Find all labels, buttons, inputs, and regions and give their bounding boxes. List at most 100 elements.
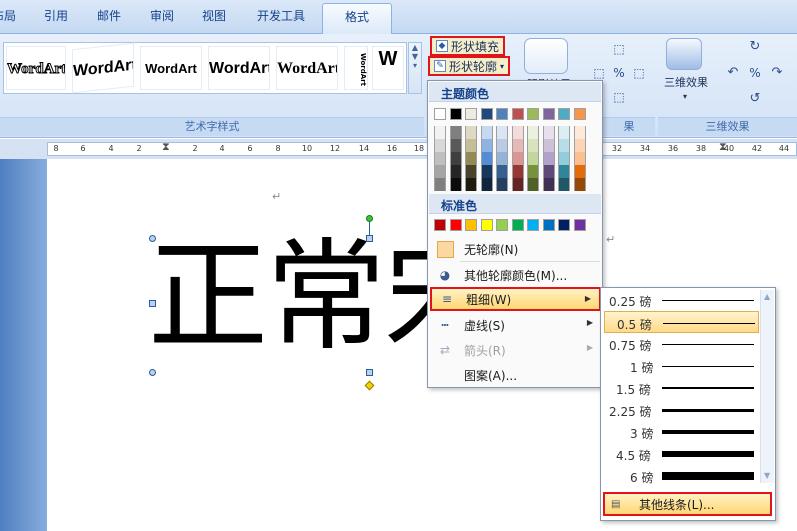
three-d-toggle-icon[interactable]: %: [748, 66, 762, 80]
weight-item[interactable]: ≡ 粗细(W) ▶: [430, 287, 601, 311]
theme-color-shade-swatch[interactable]: [465, 178, 477, 191]
theme-color-swatch[interactable]: [511, 108, 524, 120]
theme-color-swatch[interactable]: [542, 108, 555, 120]
wordart-style-3[interactable]: WordArt: [140, 46, 202, 90]
tilt-left-icon[interactable]: ↶: [726, 66, 740, 80]
tab-format[interactable]: 格式: [322, 3, 392, 34]
theme-color-shade-swatch[interactable]: [573, 139, 586, 152]
theme-color-shade-swatch[interactable]: [480, 139, 493, 152]
theme-color-shade-swatch[interactable]: [465, 165, 477, 178]
standard-color-swatch[interactable]: [434, 219, 446, 231]
tab-view[interactable]: 视图: [202, 7, 226, 24]
submenu-scrollbar[interactable]: ▲ ▼: [760, 290, 774, 483]
theme-color-shade-swatch[interactable]: [511, 139, 524, 152]
tilt-right-icon[interactable]: ↷: [770, 66, 784, 80]
theme-color-shade-swatch[interactable]: [573, 152, 586, 165]
theme-color-shade-swatch[interactable]: [434, 152, 446, 165]
weight-option[interactable]: 4.5 磅: [604, 443, 759, 465]
weight-option[interactable]: 3 磅: [604, 421, 759, 443]
wordart-style-2[interactable]: WordArt: [72, 42, 134, 94]
tab-layout[interactable]: 布局: [0, 7, 16, 24]
theme-color-shade-swatch[interactable]: [511, 178, 524, 191]
weight-option[interactable]: 1.5 磅: [604, 377, 759, 399]
resize-handle-left[interactable]: [149, 300, 156, 307]
theme-color-shade-swatch[interactable]: [511, 152, 524, 165]
theme-color-shade-swatch[interactable]: [465, 139, 477, 152]
theme-color-shade-swatch[interactable]: [542, 165, 555, 178]
weight-option[interactable]: 0.5 磅: [604, 311, 759, 333]
shadow-nudge-left-icon[interactable]: ⬚: [592, 66, 606, 80]
shadow-nudge-down-icon[interactable]: ⬚: [612, 90, 626, 104]
theme-color-swatch[interactable]: [480, 108, 493, 120]
theme-color-shade-swatch[interactable]: [542, 152, 555, 165]
theme-color-shade-swatch[interactable]: [449, 139, 462, 152]
tab-mailings[interactable]: 邮件: [97, 7, 121, 24]
standard-color-swatch[interactable]: [480, 219, 493, 231]
resize-handle-top-left[interactable]: [149, 235, 156, 242]
theme-color-shade-swatch[interactable]: [573, 126, 586, 139]
standard-color-swatch[interactable]: [527, 219, 539, 231]
standard-color-swatch[interactable]: [542, 219, 555, 231]
theme-color-shade-swatch[interactable]: [558, 126, 570, 139]
scroll-up-icon[interactable]: ▲: [764, 292, 770, 301]
dashes-item[interactable]: ┅ 虚线(S) ▶: [430, 313, 601, 337]
theme-color-shade-swatch[interactable]: [449, 178, 462, 191]
weight-option[interactable]: 1 磅: [604, 355, 759, 377]
theme-color-shade-swatch[interactable]: [573, 165, 586, 178]
theme-color-shade-swatch[interactable]: [527, 126, 539, 139]
shadow-toggle-icon[interactable]: %: [612, 66, 626, 80]
theme-color-shade-swatch[interactable]: [527, 139, 539, 152]
shadow-nudge-right-icon[interactable]: ⬚: [632, 66, 646, 80]
theme-color-shade-swatch[interactable]: [558, 178, 570, 191]
wordart-style-7[interactable]: W: [372, 46, 404, 90]
theme-color-shade-swatch[interactable]: [480, 178, 493, 191]
theme-color-swatch[interactable]: [449, 108, 462, 120]
rotation-handle[interactable]: [366, 215, 373, 222]
shadow-effect-button[interactable]: [524, 38, 568, 74]
gallery-scroll[interactable]: ▲ ▼ ▾: [408, 42, 422, 94]
theme-color-swatch[interactable]: [558, 108, 570, 120]
tilt-up-icon[interactable]: ↻: [748, 40, 762, 54]
wordart-style-6[interactable]: WordArt: [344, 46, 368, 90]
more-lines-item[interactable]: ▤ 其他线条(L)...: [603, 492, 772, 516]
theme-color-shade-swatch[interactable]: [434, 139, 446, 152]
tab-developer[interactable]: 开发工具: [257, 7, 305, 24]
wordart-text[interactable]: 正常宋: [148, 228, 448, 378]
wordart-style-4[interactable]: WordArt: [208, 46, 270, 90]
wordart-style-1[interactable]: WordArt: [6, 46, 66, 90]
theme-color-shade-swatch[interactable]: [465, 126, 477, 139]
theme-color-shade-swatch[interactable]: [558, 152, 570, 165]
theme-color-swatch[interactable]: [465, 108, 477, 120]
scroll-down-icon[interactable]: ▼: [764, 471, 770, 480]
theme-color-swatch[interactable]: [434, 108, 446, 120]
shape-fill-button[interactable]: ◆ 形状填充: [430, 36, 506, 56]
theme-color-shade-swatch[interactable]: [449, 126, 462, 139]
theme-color-shade-swatch[interactable]: [496, 165, 508, 178]
resize-handle-bottom[interactable]: [366, 369, 373, 376]
theme-color-shade-swatch[interactable]: [527, 152, 539, 165]
standard-color-swatch[interactable]: [496, 219, 508, 231]
resize-handle-bottom-left[interactable]: [149, 369, 156, 376]
weight-option[interactable]: 0.75 磅: [604, 333, 759, 355]
theme-color-shade-swatch[interactable]: [480, 165, 493, 178]
theme-color-shade-swatch[interactable]: [496, 126, 508, 139]
theme-color-swatch[interactable]: [527, 108, 539, 120]
more-outline-colors-item[interactable]: ◕ 其他轮廓颜色(M)...: [430, 263, 601, 287]
standard-color-swatch[interactable]: [558, 219, 570, 231]
theme-color-shade-swatch[interactable]: [573, 178, 586, 191]
theme-color-shade-swatch[interactable]: [496, 178, 508, 191]
standard-color-swatch[interactable]: [465, 219, 477, 231]
theme-color-shade-swatch[interactable]: [480, 152, 493, 165]
theme-color-swatch[interactable]: [496, 108, 508, 120]
theme-color-swatch[interactable]: [573, 108, 586, 120]
theme-color-shade-swatch[interactable]: [542, 139, 555, 152]
three-d-dropdown-icon[interactable]: ▾: [683, 92, 687, 101]
theme-color-shade-swatch[interactable]: [527, 165, 539, 178]
weight-option[interactable]: 2.25 磅: [604, 399, 759, 421]
theme-color-shade-swatch[interactable]: [558, 139, 570, 152]
tab-references[interactable]: 引用: [44, 7, 68, 24]
theme-color-shade-swatch[interactable]: [511, 126, 524, 139]
tab-review[interactable]: 审阅: [150, 7, 174, 24]
theme-color-shade-swatch[interactable]: [465, 152, 477, 165]
theme-color-shade-swatch[interactable]: [527, 178, 539, 191]
